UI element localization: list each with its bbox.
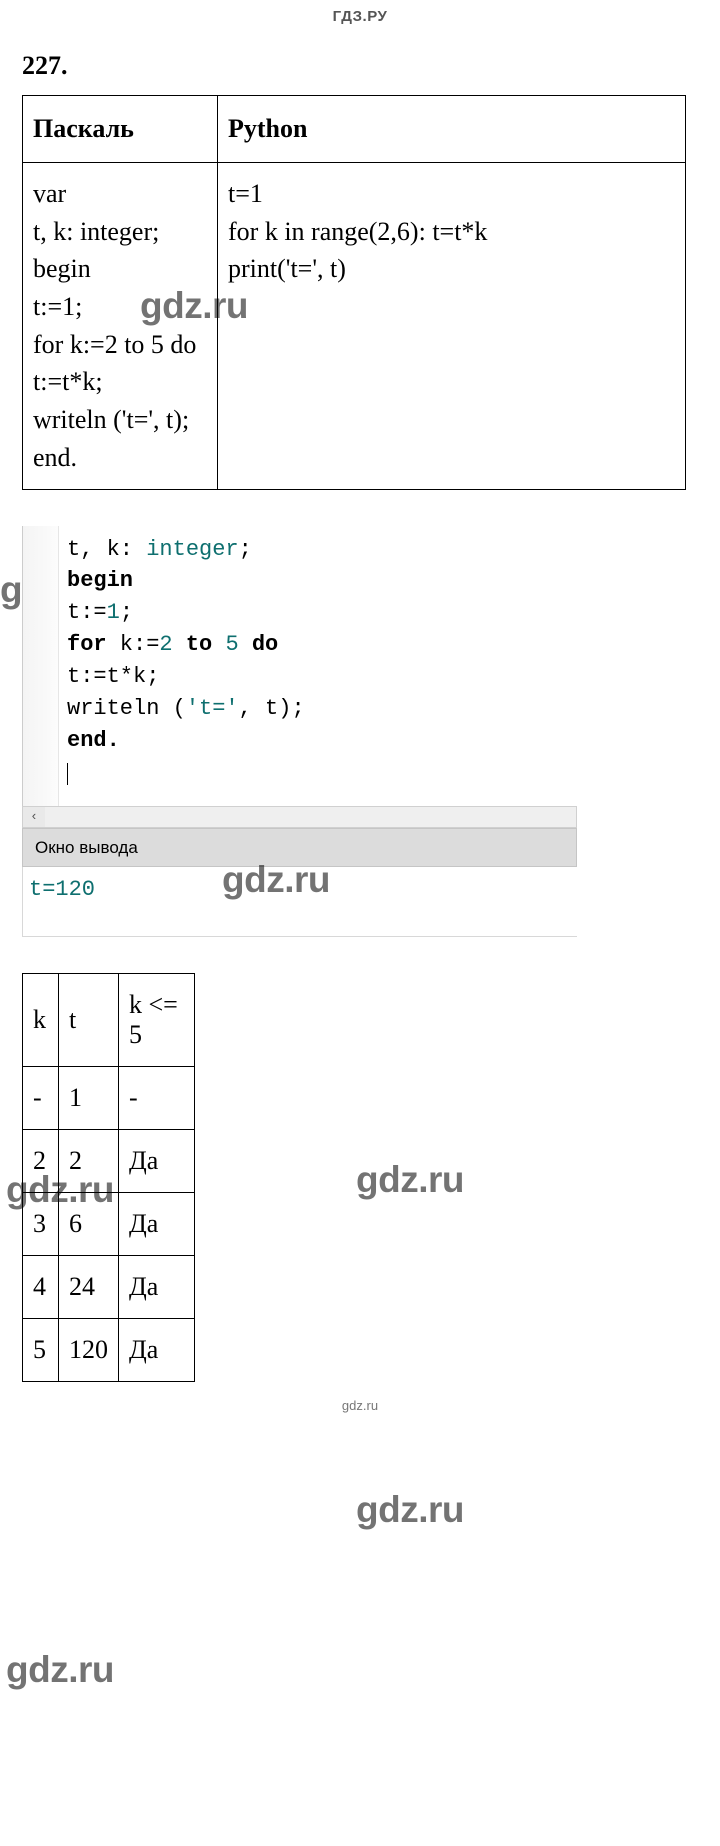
page-header: ГДЗ.РУ [0, 0, 720, 31]
code-line: for k:=2 to 5 do [33, 326, 207, 364]
code-editor[interactable]: t, k: integer; begin t:=1; for k:=2 to 5… [22, 526, 577, 806]
watermark: gdz.ru [6, 1649, 114, 1691]
pascal-code-cell: var t, k: integer; begin t:=1; for k:=2 … [23, 163, 218, 490]
code-line: t=1 [228, 175, 675, 213]
table-row: 4 24 Да [23, 1256, 195, 1319]
trace-header-k: k [23, 974, 59, 1067]
language-table: Паскаль Python var t, k: integer; begin … [22, 95, 686, 490]
exercise-number: 227. [22, 51, 698, 81]
watermark: gdz.ru [356, 1489, 464, 1531]
code-line: for k in range(2,6): t=t*k [228, 213, 675, 251]
code-line: t, k: integer; [33, 213, 207, 251]
scroll-left-arrow[interactable]: ‹ [23, 807, 45, 827]
page-footer: gdz.ru [0, 1382, 720, 1421]
table-row: - 1 - [23, 1067, 195, 1130]
code-line: begin [33, 250, 207, 288]
editor-gutter [23, 526, 59, 806]
trace-header-cond: k <= 5 [119, 974, 195, 1067]
horizontal-scrollbar[interactable]: ‹ [22, 806, 577, 828]
table-row: 2 2 Да [23, 1130, 195, 1193]
code-line: print('t=', t) [228, 250, 675, 288]
output-panel-title: Окно вывода [22, 828, 577, 868]
table-row: 3 6 Да [23, 1193, 195, 1256]
watermark: gdz.ru [356, 1159, 464, 1201]
text-cursor [67, 763, 68, 785]
header-pascal: Паскаль [23, 96, 218, 163]
content-area: 227. Паскаль Python var t, k: integer; b… [0, 51, 720, 1382]
editor-panel: t, k: integer; begin t:=1; for k:=2 to 5… [22, 526, 577, 938]
code-line: writeln ('t=', t); [33, 401, 207, 439]
trace-table: k t k <= 5 - 1 - 2 2 Да 3 6 Да 4 24 Да 5… [22, 973, 195, 1382]
output-panel-body: t=120 [22, 867, 577, 937]
code-line: t:=t*k; [33, 363, 207, 401]
trace-header-t: t [59, 974, 119, 1067]
code-line: var [33, 175, 207, 213]
table-row: 5 120 Да [23, 1319, 195, 1382]
code-line: end. [33, 439, 207, 477]
header-python: Python [218, 96, 686, 163]
python-code-cell: t=1 for k in range(2,6): t=t*k print('t=… [218, 163, 686, 490]
code-line: t:=1; [33, 288, 207, 326]
